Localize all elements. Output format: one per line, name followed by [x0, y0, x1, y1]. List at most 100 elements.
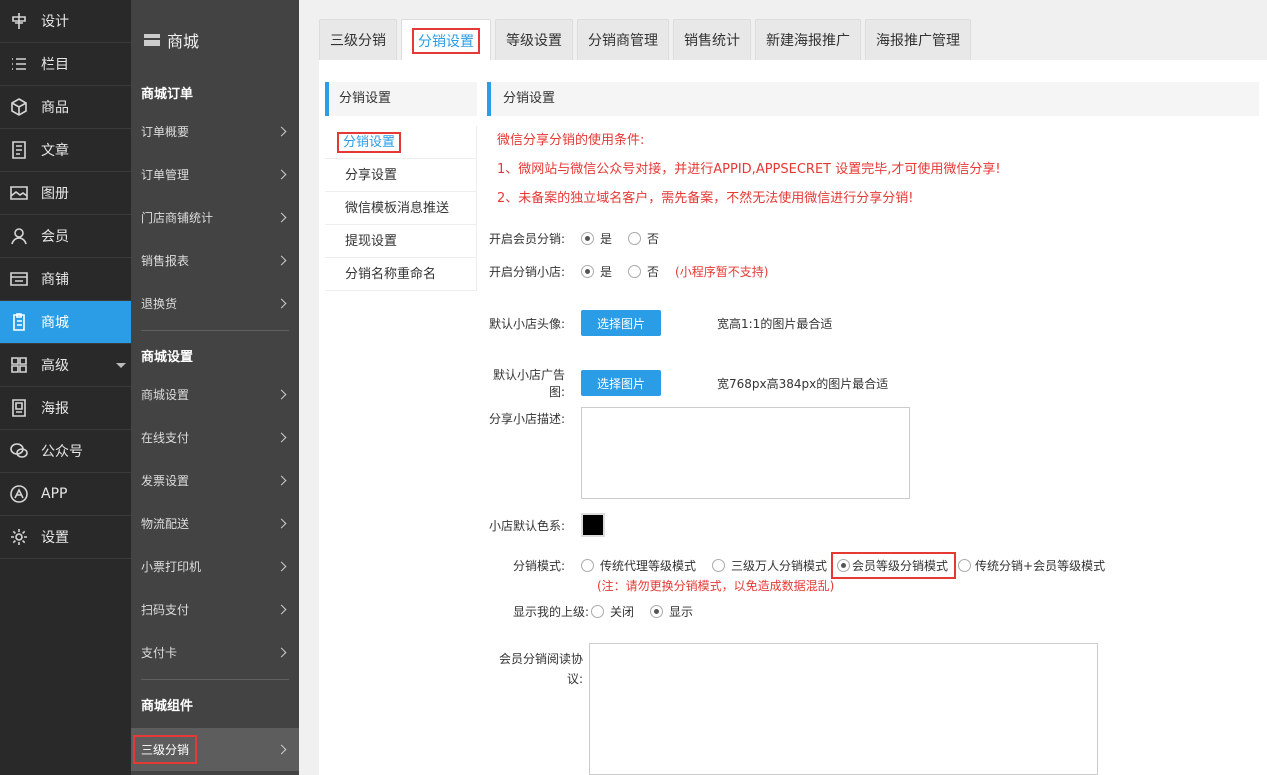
agreement-textarea[interactable] [589, 643, 1098, 775]
nav-item-wechat[interactable]: 公众号 [0, 430, 131, 473]
divider [141, 330, 289, 331]
nav-item-columns[interactable]: 栏目 [0, 43, 131, 86]
menu-item-online-payment[interactable]: 在线支付 [131, 416, 299, 459]
menu-item-sales-report[interactable]: 销售报表 [131, 239, 299, 282]
menu-item-invoice[interactable]: 发票设置 [131, 459, 299, 502]
radio-show-parent-off[interactable]: 关闭 [591, 603, 634, 620]
nav-item-label: 商铺 [41, 272, 69, 288]
tab-distributor-mgmt[interactable]: 分销商管理 [577, 19, 669, 60]
highlight-box: 三级分销 [133, 735, 198, 764]
menu-item-order-management[interactable]: 订单管理 [131, 153, 299, 196]
shop-description-textarea[interactable] [581, 407, 910, 499]
radio-checked-icon [837, 559, 851, 572]
box-icon [8, 96, 30, 118]
tab-poster-mgmt[interactable]: 海报推广管理 [865, 19, 971, 60]
tab-sales-stats[interactable]: 销售统计 [673, 19, 751, 60]
tab-label: 等级设置 [506, 33, 562, 49]
nav-item-members[interactable]: 会员 [0, 215, 131, 258]
tab-dist-settings[interactable]: 分销设置 [401, 19, 491, 61]
menu-item-mall-settings[interactable]: 商城设置 [131, 373, 299, 416]
tip-text: 宽高1:1的图片最合适 [717, 316, 833, 331]
row-shop-dist: 开启分销小店: 是 否 (小程序暂不支持) [487, 263, 768, 280]
chevron-right-icon [276, 475, 287, 486]
menu-item-label: 在线支付 [141, 431, 190, 445]
poster-icon [8, 397, 30, 419]
tab-level-settings[interactable]: 等级设置 [495, 19, 573, 60]
tab-new-poster[interactable]: 新建海报推广 [755, 19, 861, 60]
nav-item-app[interactable]: APP [0, 473, 131, 516]
highlight-box: 会员等级分销模式 [831, 552, 957, 579]
field-label-line: 会员分销阅读协 [498, 652, 583, 666]
primary-sidebar: 设计 栏目 商品 文章 图册 会员 商铺 商城 高级 海报 公众号 APP 设置 [0, 0, 131, 775]
select-banner-button[interactable]: 选择图片 [581, 370, 661, 396]
menu-item-label: 退换货 [141, 297, 178, 311]
nav-item-poster[interactable]: 海报 [0, 387, 131, 430]
menu-item-scan-pay[interactable]: 扫码支付 [131, 588, 299, 631]
nav-item-design[interactable]: 设计 [0, 0, 131, 43]
nav-item-settings[interactable]: 设置 [0, 516, 131, 559]
radio-checked-icon [581, 265, 594, 278]
chevron-right-icon [276, 212, 287, 223]
secondary-sidebar: 商城 商城订单 订单概要 订单管理 门店商铺统计 销售报表 退换货 商城设置 商… [131, 0, 299, 775]
nav-item-advanced[interactable]: 高级 [0, 344, 131, 387]
tab-label: 销售统计 [684, 33, 740, 49]
submenu-item-rename[interactable]: 分销名称重命名 [325, 258, 477, 291]
field-label: 小店默认色系: [488, 518, 565, 533]
radio-label: 显示 [669, 605, 694, 619]
field-label: 开启会员分销: [488, 232, 565, 246]
radio-mode-three-level[interactable]: 三级万人分销模式 [712, 557, 827, 574]
section-title-orders: 商城订单 [141, 87, 194, 102]
hint-text: (小程序暂不支持) [675, 265, 769, 279]
menu-item-store-stats[interactable]: 门店商铺统计 [131, 196, 299, 239]
submenu-item-share-settings[interactable]: 分享设置 [325, 159, 477, 192]
nav-item-articles[interactable]: 文章 [0, 129, 131, 172]
submenu-item-label: 分享设置 [345, 168, 398, 183]
article-icon [8, 139, 30, 161]
menu-item-order-overview[interactable]: 订单概要 [131, 110, 299, 153]
settings-form: 分销设置 微信分享分销的使用条件: 1、微网站与微信公众号对接，并进行APPID… [487, 82, 1259, 213]
tab-label: 三级分销 [330, 33, 386, 49]
menu-item-three-level-dist[interactable]: 三级分销 [131, 728, 299, 771]
submenu-item-label: 微信模板消息推送 [345, 201, 450, 216]
submenu-item-dist-settings[interactable]: 分销设置 [325, 126, 477, 159]
nav-item-label: 商城 [41, 315, 69, 331]
radio-mode-member-level[interactable]: 会员等级分销模式 [837, 557, 948, 574]
color-picker[interactable] [581, 513, 605, 537]
secondary-sidebar-title: 商城 [167, 32, 200, 51]
nav-item-mall[interactable]: 商城 [0, 301, 131, 344]
nav-item-label: 设计 [41, 14, 69, 30]
radio-label: 传统代理等级模式 [600, 559, 697, 573]
radio-label: 会员等级分销模式 [852, 559, 949, 573]
menu-item-logistics[interactable]: 物流配送 [131, 502, 299, 545]
radio-unchecked-icon [712, 559, 726, 572]
radio-unchecked-icon [628, 265, 642, 278]
submenu-item-withdraw[interactable]: 提现设置 [325, 225, 477, 258]
field-label: 分享小店描述: [488, 412, 565, 426]
select-avatar-button[interactable]: 选择图片 [581, 310, 661, 336]
menu-item-receipt-printer[interactable]: 小票打印机 [131, 545, 299, 588]
radio-shop-dist-no[interactable]: 否 [628, 263, 659, 280]
gear-icon [8, 526, 30, 548]
wechat-icon [8, 440, 30, 462]
nav-item-stores[interactable]: 商铺 [0, 258, 131, 301]
nav-item-products[interactable]: 商品 [0, 86, 131, 129]
nav-item-album[interactable]: 图册 [0, 172, 131, 215]
menu-item-pay-card[interactable]: 支付卡 [131, 631, 299, 674]
radio-shop-dist-yes[interactable]: 是 [581, 263, 612, 280]
nav-item-label: 设置 [41, 530, 69, 546]
radio-show-parent-on[interactable]: 显示 [650, 603, 693, 620]
submenu-item-wechat-template[interactable]: 微信模板消息推送 [325, 192, 477, 225]
field-label: 会员分销阅读协 议: [487, 649, 589, 689]
radio-member-dist-no[interactable]: 否 [628, 230, 659, 247]
radio-mode-agent[interactable]: 传统代理等级模式 [581, 557, 696, 574]
radio-label: 否 [647, 232, 660, 246]
tab-three-level[interactable]: 三级分销 [319, 19, 397, 60]
radio-mode-hybrid[interactable]: 传统分销+会员等级模式 [958, 557, 1105, 574]
field-label: 默认小店头像: [488, 316, 565, 331]
main-area: 三级分销 分销设置 等级设置 分销商管理 销售统计 新建海报推广 海报推广管理 … [299, 0, 1267, 775]
menu-item-returns[interactable]: 退换货 [131, 282, 299, 325]
row-desc: 分享小店描述: [487, 407, 910, 499]
radio-member-dist-yes[interactable]: 是 [581, 230, 612, 247]
row-show-parent: 显示我的上级: 关闭 显示 [487, 603, 709, 620]
radio-label: 是 [600, 232, 613, 246]
